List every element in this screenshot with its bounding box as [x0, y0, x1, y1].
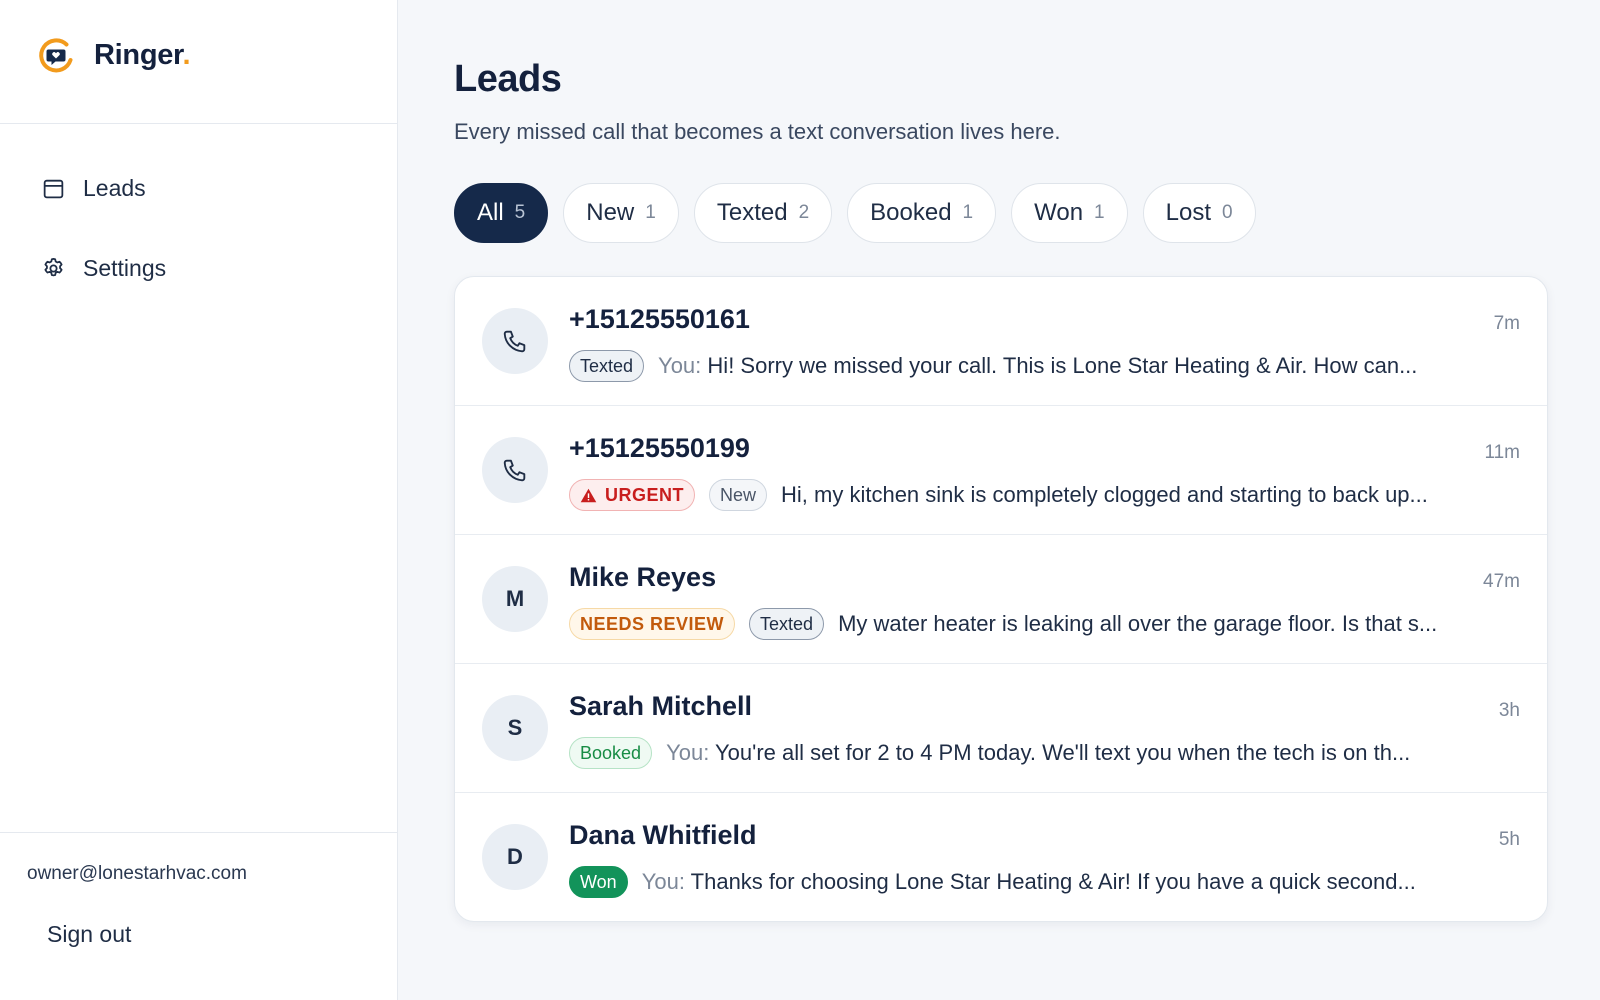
filter-count: 1	[645, 202, 656, 223]
lead-meta: URGENT New Hi, my kitchen sink is comple…	[569, 478, 1520, 512]
message-preview: You: Hi! Sorry we missed your call. This…	[658, 353, 1520, 379]
sidebar: Ringer. Leads Settings owner@lonestarhva…	[0, 0, 398, 1000]
phone-icon	[503, 459, 526, 482]
sidebar-item-settings[interactable]: Settings	[0, 228, 397, 308]
filter-label: New	[586, 199, 635, 226]
message-preview: You: You're all set for 2 to 4 PM today.…	[666, 740, 1520, 766]
you-prefix: You:	[666, 740, 710, 765]
status-badge: Texted	[569, 350, 645, 382]
filter-label: All	[477, 199, 504, 226]
warning-icon	[580, 488, 597, 502]
avatar: S	[482, 695, 548, 761]
needs-review-badge: NEEDS REVIEW	[569, 608, 736, 640]
lead-row[interactable]: S Sarah Mitchell 3h Booked You: You're a…	[455, 664, 1547, 793]
status-filter-tabs: All 5 New 1 Texted 2 Booked 1 Won 1 Lost…	[454, 183, 1256, 243]
page-title: Leads	[454, 58, 562, 100]
sidebar-nav: Leads Settings	[0, 124, 397, 308]
lead-name: Dana Whitfield	[569, 820, 757, 850]
inbox-icon	[43, 179, 64, 198]
lead-row[interactable]: +15125550161 7m Texted You: Hi! Sorry we…	[455, 277, 1547, 406]
lead-time: 5h	[1498, 829, 1520, 850]
avatar	[482, 437, 548, 503]
avatar	[482, 308, 548, 374]
filter-texted[interactable]: Texted 2	[693, 183, 833, 243]
message-text: Thanks for choosing Lone Star Heating & …	[690, 869, 1416, 894]
urgent-label: URGENT	[605, 484, 684, 505]
filter-label: Won	[1034, 199, 1084, 226]
lead-name: +15125550161	[569, 304, 750, 334]
message-text: Hi! Sorry we missed your call. This is L…	[707, 353, 1418, 378]
sidebar-footer: owner@lonestarhvac.com Sign out	[0, 832, 397, 1000]
lead-row[interactable]: D Dana Whitfield 5h Won You: Thanks for …	[455, 793, 1547, 921]
page-subtitle: Every missed call that becomes a text co…	[454, 119, 1061, 144]
filter-count: 1	[962, 202, 974, 223]
sidebar-item-leads[interactable]: Leads	[0, 148, 397, 228]
filter-count: 1	[1094, 202, 1105, 223]
sidebar-item-label: Settings	[83, 254, 167, 281]
user-email: owner@lonestarhvac.com	[27, 863, 247, 884]
lead-row[interactable]: +15125550199 11m URGENT New Hi, my kitch…	[455, 406, 1547, 535]
filter-new[interactable]: New 1	[563, 183, 679, 243]
filter-count: 5	[514, 202, 526, 223]
message-preview: You: Thanks for choosing Lone Star Heati…	[642, 869, 1520, 895]
gear-icon	[44, 257, 63, 276]
filter-count: 2	[798, 202, 810, 223]
lead-name: Mike Reyes	[569, 562, 717, 592]
avatar: M	[482, 566, 548, 632]
brand-name: Ringer.	[94, 39, 191, 71]
filter-lost[interactable]: Lost 0	[1142, 183, 1256, 243]
status-badge: Won	[569, 866, 628, 898]
lead-meta: NEEDS REVIEW Texted My water heater is l…	[569, 607, 1520, 641]
lead-time: 47m	[1483, 571, 1520, 592]
lead-time: 3h	[1498, 700, 1520, 721]
filter-won[interactable]: Won 1	[1011, 183, 1128, 243]
phone-icon	[503, 330, 526, 353]
message-text: You're all set for 2 to 4 PM today. We'l…	[715, 740, 1411, 765]
lead-name: +15125550199	[569, 433, 750, 463]
filter-all[interactable]: All 5	[454, 183, 549, 243]
status-badge: Booked	[569, 737, 653, 769]
message-preview: Hi, my kitchen sink is completely clogge…	[781, 482, 1428, 507]
filter-label: Lost	[1165, 199, 1211, 226]
leads-list: +15125550161 7m Texted You: Hi! Sorry we…	[454, 276, 1548, 922]
filter-count: 0	[1222, 202, 1233, 223]
message-preview: My water heater is leaking all over the …	[838, 611, 1438, 636]
lead-name: Sarah Mitchell	[569, 691, 753, 721]
lead-time: 11m	[1484, 442, 1520, 463]
filter-booked[interactable]: Booked 1	[847, 183, 997, 243]
filter-label: Texted	[716, 199, 788, 226]
filter-label: Booked	[870, 199, 952, 226]
sidebar-item-label: Leads	[83, 174, 146, 201]
you-prefix: You:	[641, 869, 685, 894]
urgent-badge: URGENT	[569, 479, 695, 511]
lead-meta: Texted You: Hi! Sorry we missed your cal…	[569, 349, 1520, 383]
lead-meta: Booked You: You're all set for 2 to 4 PM…	[569, 736, 1520, 770]
you-prefix: You:	[658, 353, 702, 378]
lead-time: 7m	[1493, 313, 1520, 334]
sign-out-button[interactable]: Sign out	[47, 921, 131, 948]
status-badge: Texted	[749, 608, 825, 640]
status-badge: New	[709, 479, 768, 511]
brand-header: Ringer.	[0, 0, 397, 124]
avatar: D	[482, 824, 548, 890]
chat-bubble-heart-logo-icon	[39, 38, 73, 72]
lead-meta: Won You: Thanks for choosing Lone Star H…	[569, 865, 1520, 899]
lead-row[interactable]: M Mike Reyes 47m NEEDS REVIEW Texted My …	[455, 535, 1547, 664]
